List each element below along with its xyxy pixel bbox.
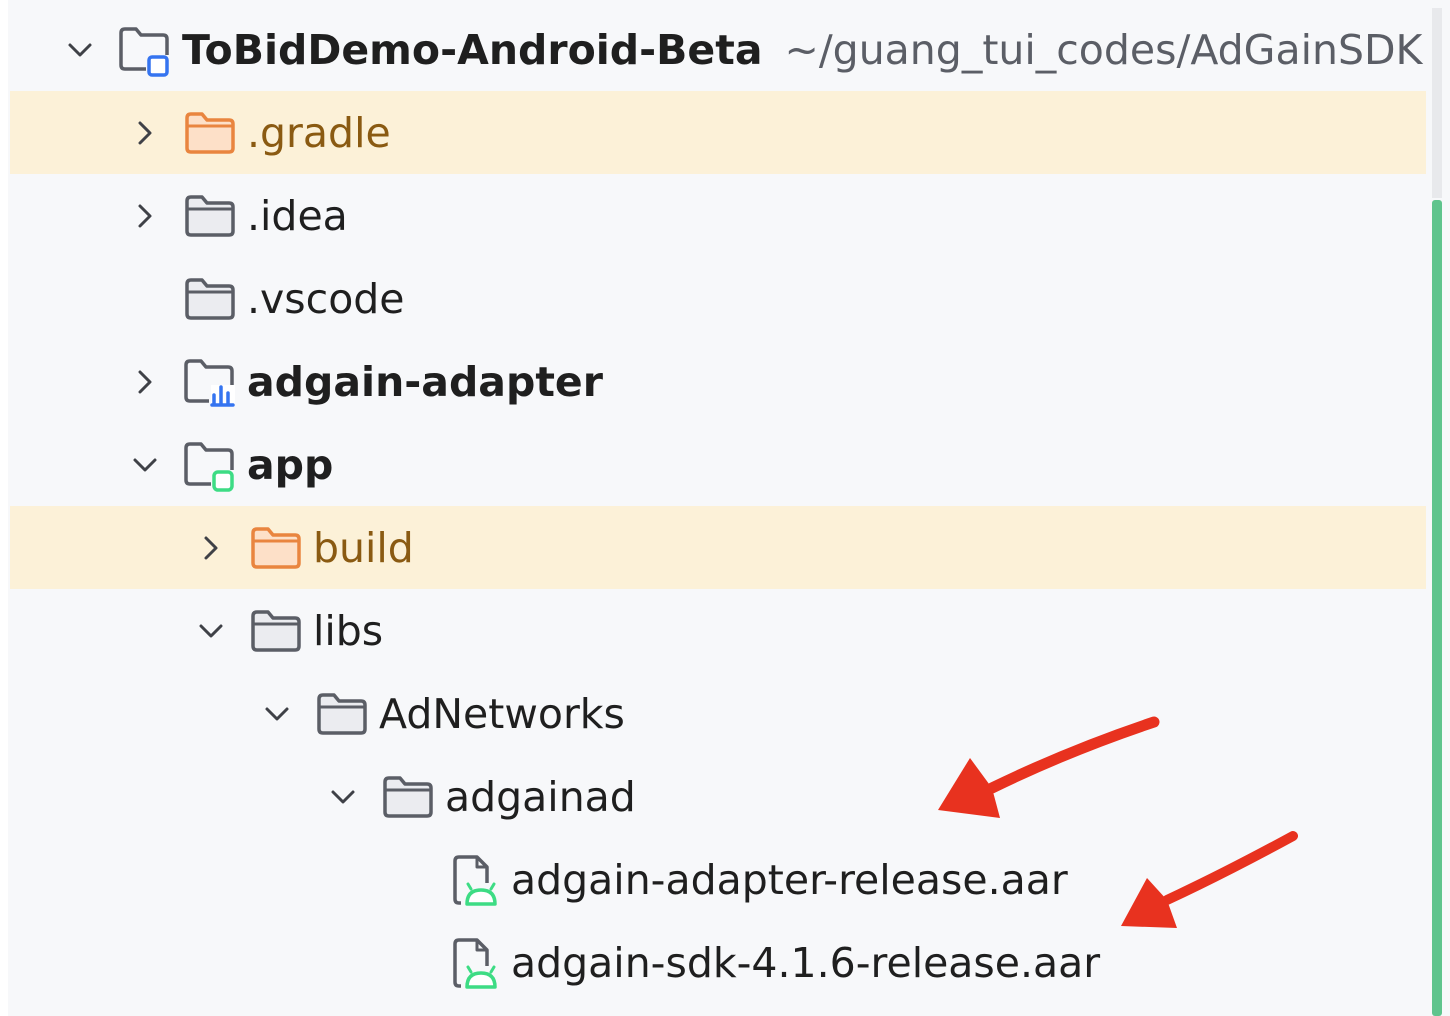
- tree-row-adgainad[interactable]: adgainad: [10, 755, 1426, 838]
- library-module-icon: [183, 355, 237, 409]
- tree-row-label: .gradle: [247, 108, 391, 157]
- annotation-arrow-2: [1121, 831, 1298, 928]
- tree-row-label: .vscode: [247, 274, 405, 323]
- aar-file-icon: [447, 853, 501, 907]
- chevron-right-icon[interactable]: [127, 115, 163, 151]
- chevron-down-icon[interactable]: [127, 447, 163, 483]
- tree-row-label: adgainad: [445, 772, 636, 821]
- tree-row-label: adgain-sdk-4.1.6-release.aar: [511, 938, 1101, 987]
- folder-icon: [249, 604, 303, 658]
- tree-row-build[interactable]: build: [10, 506, 1426, 589]
- chevron-right-icon[interactable]: [193, 530, 229, 566]
- project-path: ~/guang_tui_codes/AdGainSDK: [784, 25, 1423, 74]
- chevron-down-icon[interactable]: [259, 696, 295, 732]
- folder-icon: [183, 272, 237, 326]
- folder-icon: [315, 687, 369, 741]
- scrollbar-track[interactable]: [1432, 8, 1442, 198]
- tree-row-label: build: [313, 523, 414, 572]
- annotation-arrow-1: [938, 716, 1160, 818]
- folder-icon: [183, 189, 237, 243]
- chevron-right-icon[interactable]: [127, 364, 163, 400]
- folder-excluded-icon: [249, 521, 303, 575]
- chevron-down-icon[interactable]: [62, 32, 98, 68]
- aar-file-icon: [447, 936, 501, 990]
- tree-row-libs[interactable]: libs: [10, 589, 1426, 672]
- tree-row-adgain-adapter[interactable]: adgain-adapter: [10, 340, 1426, 423]
- chevron-right-icon[interactable]: [127, 198, 163, 234]
- tree-row-vscode[interactable]: .vscode: [10, 257, 1426, 340]
- project-tool-window: ToBidDemo-Android-Beta ~/guang_tui_codes…: [0, 0, 1450, 1016]
- tree-row-adnetworks[interactable]: AdNetworks: [10, 672, 1426, 755]
- folder-excluded-icon: [183, 106, 237, 160]
- tree-row-label: .idea: [247, 191, 348, 240]
- tree-row-label: ToBidDemo-Android-Beta: [182, 25, 763, 74]
- panel-edge: [0, 0, 8, 1016]
- scrollbar-thumb[interactable]: [1432, 200, 1442, 1016]
- tree-row-project-root[interactable]: ToBidDemo-Android-Beta ~/guang_tui_codes…: [10, 8, 1426, 91]
- tree-row-label: libs: [313, 606, 384, 655]
- tree-row-label: adgain-adapter-release.aar: [511, 855, 1068, 904]
- android-app-module-icon: [183, 438, 237, 492]
- tree-row-label: AdNetworks: [379, 689, 625, 738]
- project-module-icon: [118, 23, 172, 77]
- tree-row-label: adgain-adapter: [247, 357, 603, 406]
- tree-row-idea[interactable]: .idea: [10, 174, 1426, 257]
- folder-icon: [381, 770, 435, 824]
- tree-row-gradle[interactable]: .gradle: [10, 91, 1426, 174]
- chevron-down-icon[interactable]: [193, 613, 229, 649]
- tree-row-label: app: [247, 440, 334, 489]
- chevron-down-icon[interactable]: [325, 779, 361, 815]
- tree-row-app[interactable]: app: [10, 423, 1426, 506]
